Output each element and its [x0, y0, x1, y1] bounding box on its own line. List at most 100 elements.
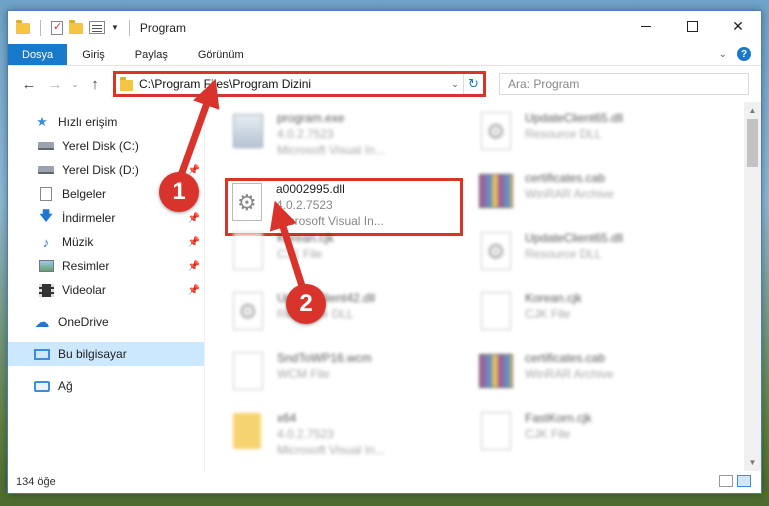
- new-folder-icon[interactable]: [69, 20, 83, 34]
- file-item[interactable]: UpdateClient42.dllResource DLL: [229, 290, 459, 344]
- file-item[interactable]: program.exe 4.0.2.7523 Microsoft Visual In…: [229, 110, 459, 164]
- refresh-icon[interactable]: ↻: [463, 74, 483, 94]
- tab-file[interactable]: Dosya: [8, 44, 68, 65]
- nav-item-music[interactable]: ♪ Müzik 📌: [8, 230, 204, 254]
- file-list: program.exe 4.0.2.7523 Microsoft Visual In…: [205, 102, 761, 471]
- up-arrow-icon[interactable]: ↑: [82, 76, 108, 93]
- file-item[interactable]: x64 4.0.2.7523 Microsoft Visual In...: [229, 410, 459, 464]
- file-item-a0002995-dll[interactable]: a0002995.dll 4.0.2.7523 Microsoft Visual I…: [228, 181, 458, 235]
- chevron-down-icon[interactable]: ▼: [111, 23, 119, 32]
- nav-item-label: Müzik: [62, 235, 94, 249]
- search-input[interactable]: Ara: Program: [499, 73, 749, 95]
- address-path[interactable]: C:\Program Files\Program Dizini: [139, 77, 447, 91]
- nav-item-label: Ağ: [58, 379, 73, 393]
- file-company: Microsoft Visual In...: [277, 443, 385, 457]
- file-name: FastKorn.cjk: [525, 411, 592, 425]
- pin-icon[interactable]: 📌: [188, 285, 200, 296]
- tab-share[interactable]: Paylaş: [120, 44, 183, 65]
- window-controls: ✕: [623, 11, 761, 41]
- file-name: SndToWP16.wcm: [277, 351, 372, 365]
- exe-file-icon: [233, 114, 263, 148]
- navigation-bar: ← → ⌄ ↑ C:\Program Files\Program Dizini …: [8, 66, 761, 102]
- nav-item-disk-c[interactable]: Yerel Disk (C:): [8, 134, 204, 158]
- file-item[interactable]: Korean.cjk CJK File: [477, 290, 707, 344]
- nav-item-label: Videolar: [62, 283, 106, 297]
- folder-icon: [233, 413, 261, 449]
- recent-locations-chevron-icon[interactable]: ⌄: [68, 80, 82, 89]
- file-item[interactable]: certificates.cab WinRAR Archive: [477, 350, 707, 404]
- video-icon: [38, 283, 54, 297]
- quick-access-toolbar: ▼: [16, 19, 134, 36]
- music-icon: ♪: [42, 234, 50, 250]
- winrar-archive-icon: [479, 174, 513, 208]
- file-type: CJK File: [525, 307, 571, 321]
- close-icon[interactable]: ✕: [715, 11, 761, 41]
- address-bar[interactable]: C:\Program Files\Program Dizini ⌄ ↻: [113, 71, 486, 97]
- nav-item-videos[interactable]: Videolar 📌: [8, 278, 204, 302]
- maximize-icon[interactable]: [669, 11, 715, 41]
- nav-item-pictures[interactable]: Resimler 📌: [8, 254, 204, 278]
- minimize-icon[interactable]: [623, 11, 669, 41]
- file-item[interactable]: FastKorn.cjk CJK File: [477, 410, 707, 464]
- file-item[interactable]: UpdateClient65.dll Resource DLL: [477, 230, 707, 284]
- pin-icon[interactable]: 📌: [188, 261, 200, 272]
- file-name: a0002995.dll: [276, 182, 345, 196]
- pin-icon[interactable]: 📌: [188, 213, 200, 224]
- nav-item-this-pc[interactable]: Bu bilgisayar: [8, 342, 204, 366]
- forward-arrow-icon[interactable]: →: [42, 76, 68, 93]
- file-type: CJK File: [525, 427, 571, 441]
- step-badge-2: 2: [286, 284, 326, 324]
- disk-icon: [38, 166, 54, 174]
- nav-item-network[interactable]: Ağ: [8, 374, 204, 398]
- scroll-up-icon[interactable]: ▲: [744, 102, 761, 119]
- file-icon: [481, 412, 511, 450]
- dll-file-icon: [233, 292, 263, 330]
- file-type: CJK File: [277, 247, 323, 261]
- nav-item-label: Bu bilgisayar: [58, 347, 127, 361]
- tab-home[interactable]: Giriş: [67, 44, 120, 65]
- status-bar: 134 öğe: [8, 471, 761, 493]
- navigation-pane: ★ Hızlı erişim Yerel Disk (C:) Yerel Dis…: [8, 102, 205, 471]
- file-name: certificates.cab: [525, 351, 606, 365]
- file-item[interactable]: Korean.cjk CJK File: [229, 230, 459, 284]
- winrar-archive-icon: [479, 354, 513, 388]
- cloud-icon: ☁: [34, 314, 50, 331]
- vertical-scrollbar[interactable]: ▲ ▼: [744, 102, 761, 471]
- tab-view[interactable]: Görünüm: [183, 44, 259, 65]
- customize-view-icon[interactable]: [89, 21, 105, 34]
- step-badge-1: 1: [159, 172, 199, 212]
- help-icon[interactable]: ?: [737, 47, 751, 61]
- file-type: WCM File: [277, 367, 330, 381]
- file-item[interactable]: SndToWP16.wcm WCM File: [229, 350, 459, 404]
- folder-icon: [16, 20, 30, 34]
- pin-icon[interactable]: 📌: [188, 165, 200, 176]
- file-icon: [481, 292, 511, 330]
- pin-icon[interactable]: 📌: [188, 237, 200, 248]
- address-dropdown-icon[interactable]: ⌄: [447, 79, 463, 90]
- nav-item-label: Hızlı erişim: [58, 115, 118, 129]
- file-type: Resource DLL: [525, 247, 602, 261]
- nav-item-quick-access[interactable]: ★ Hızlı erişim: [8, 110, 204, 134]
- file-name: certificates.cab: [525, 171, 606, 185]
- large-icons-view-icon[interactable]: [737, 475, 751, 487]
- file-name: x64: [277, 411, 297, 425]
- nav-item-label: Yerel Disk (D:): [62, 163, 139, 177]
- properties-check-icon[interactable]: [51, 20, 63, 35]
- explorer-window: ▼ Program ✕ Dosya Giriş Paylaş Görünüm ⌄…: [7, 10, 762, 494]
- file-item[interactable]: UpdateClient65.dll Resource DLL: [477, 110, 707, 164]
- file-icon: [233, 352, 263, 390]
- back-arrow-icon[interactable]: ←: [16, 76, 42, 93]
- nav-item-onedrive[interactable]: ☁ OneDrive: [8, 310, 204, 334]
- window-title: Program: [139, 20, 186, 35]
- file-name: UpdateClient65.dll: [525, 111, 624, 125]
- title-bar: ▼ Program ✕: [8, 11, 761, 44]
- details-view-icon[interactable]: [719, 475, 733, 487]
- expand-ribbon-icon[interactable]: ⌄: [719, 49, 727, 60]
- network-icon: [34, 380, 50, 392]
- download-icon: 🡇: [39, 208, 53, 223]
- scrollbar-thumb[interactable]: [747, 119, 758, 167]
- file-version: 4.0.2.7523: [277, 127, 334, 141]
- file-company: Microsoft Visual In...: [276, 214, 384, 228]
- file-item[interactable]: certificates.cab WinRAR Archive: [477, 170, 707, 224]
- scroll-down-icon[interactable]: ▼: [744, 454, 761, 471]
